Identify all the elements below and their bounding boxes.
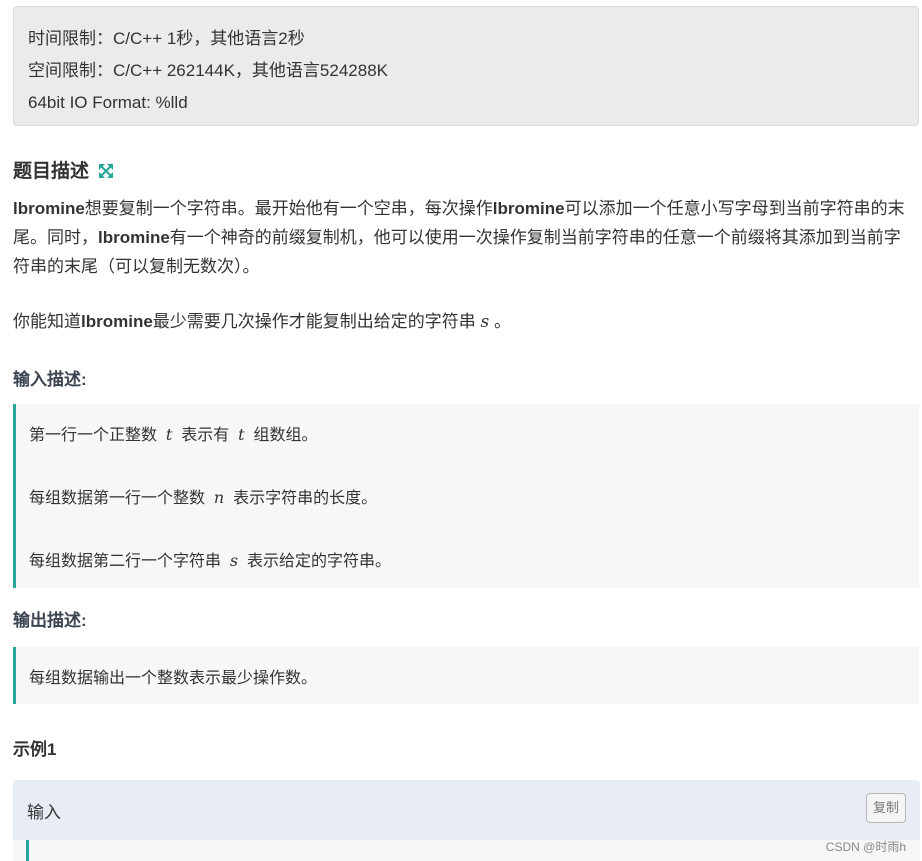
input-desc-line-3: 每组数据第二行一个字符串 s 表示给定的字符串。 xyxy=(29,547,391,571)
math-var-s: s xyxy=(480,312,490,332)
user-name: lbromine xyxy=(81,312,153,331)
input-desc-block: 第一行一个正整数 t 表示有 t 组数组。 每组数据第一行一个整数 n 表示字符… xyxy=(13,404,919,588)
description-paragraph-2: 你能知道lbromine最少需要几次操作才能复制出给定的字符串 s 。 xyxy=(13,307,915,337)
text-span: 表示给定的字符串。 xyxy=(247,553,392,570)
example-input-header: 输入 复制 xyxy=(13,780,920,840)
user-name: lbromine xyxy=(13,199,85,218)
time-limit: 时间限制：C/C++ 1秒，其他语言2秒 xyxy=(28,29,305,48)
text-span: 第一行一个正整数 xyxy=(29,427,158,444)
output-desc-line: 每组数据输出一个整数表示最少操作数。 xyxy=(29,670,318,687)
text-span: 最少需要几次操作才能复制出给定的字符串 xyxy=(152,312,476,331)
io-format: 64bit IO Format: %lld xyxy=(28,93,188,112)
copy-button[interactable]: 复制 xyxy=(866,793,906,823)
output-desc-title: 输出描述: xyxy=(13,611,87,630)
input-desc-title: 输入描述: xyxy=(13,370,87,389)
quote-bar xyxy=(26,840,29,861)
math-var-s: s xyxy=(229,551,239,570)
text-span: 组数组。 xyxy=(253,427,318,444)
expand-arrows-icon[interactable] xyxy=(98,163,114,185)
example-input-label: 输入 xyxy=(27,803,61,822)
input-desc-line-2: 每组数据第一行一个整数 n 表示字符串的长度。 xyxy=(29,484,377,508)
math-var-t: t xyxy=(165,425,173,444)
text-span: 想要复制一个字符串。最开始他有一个空串，每次操作 xyxy=(84,199,493,218)
description-title-text: 题目描述 xyxy=(13,161,90,182)
math-var-t: t xyxy=(238,425,245,444)
text-span: 表示有 xyxy=(181,427,230,444)
text-span: 你能知道 xyxy=(13,312,81,331)
limits-panel: 时间限制：C/C++ 1秒，其他语言2秒 空间限制：C/C++ 262144K，… xyxy=(13,6,919,126)
text-span: 每组数据第一行一个整数 xyxy=(29,490,206,507)
example-input-body xyxy=(13,840,920,861)
space-limit: 空间限制：C/C++ 262144K，其他语言524288K xyxy=(28,61,388,80)
text-span: 。 xyxy=(494,312,511,331)
math-var-n: n xyxy=(213,488,225,507)
user-name: lbromine xyxy=(492,199,565,218)
user-name: lbromine xyxy=(98,228,170,247)
description-paragraph-1: lbromine想要复制一个字符串。最开始他有一个空串，每次操作lbromine… xyxy=(13,194,915,281)
example-title: 示例1 xyxy=(13,740,57,759)
text-span: 每组数据第二行一个字符串 xyxy=(29,553,222,570)
description-title: 题目描述 xyxy=(13,156,114,185)
input-desc-line-1: 第一行一个正整数 t 表示有 t 组数组。 xyxy=(29,421,317,445)
text-span: 表示字符串的长度。 xyxy=(233,490,378,507)
output-desc-block: 每组数据输出一个整数表示最少操作数。 xyxy=(13,647,919,704)
watermark: CSDN @时雨h xyxy=(825,840,906,854)
